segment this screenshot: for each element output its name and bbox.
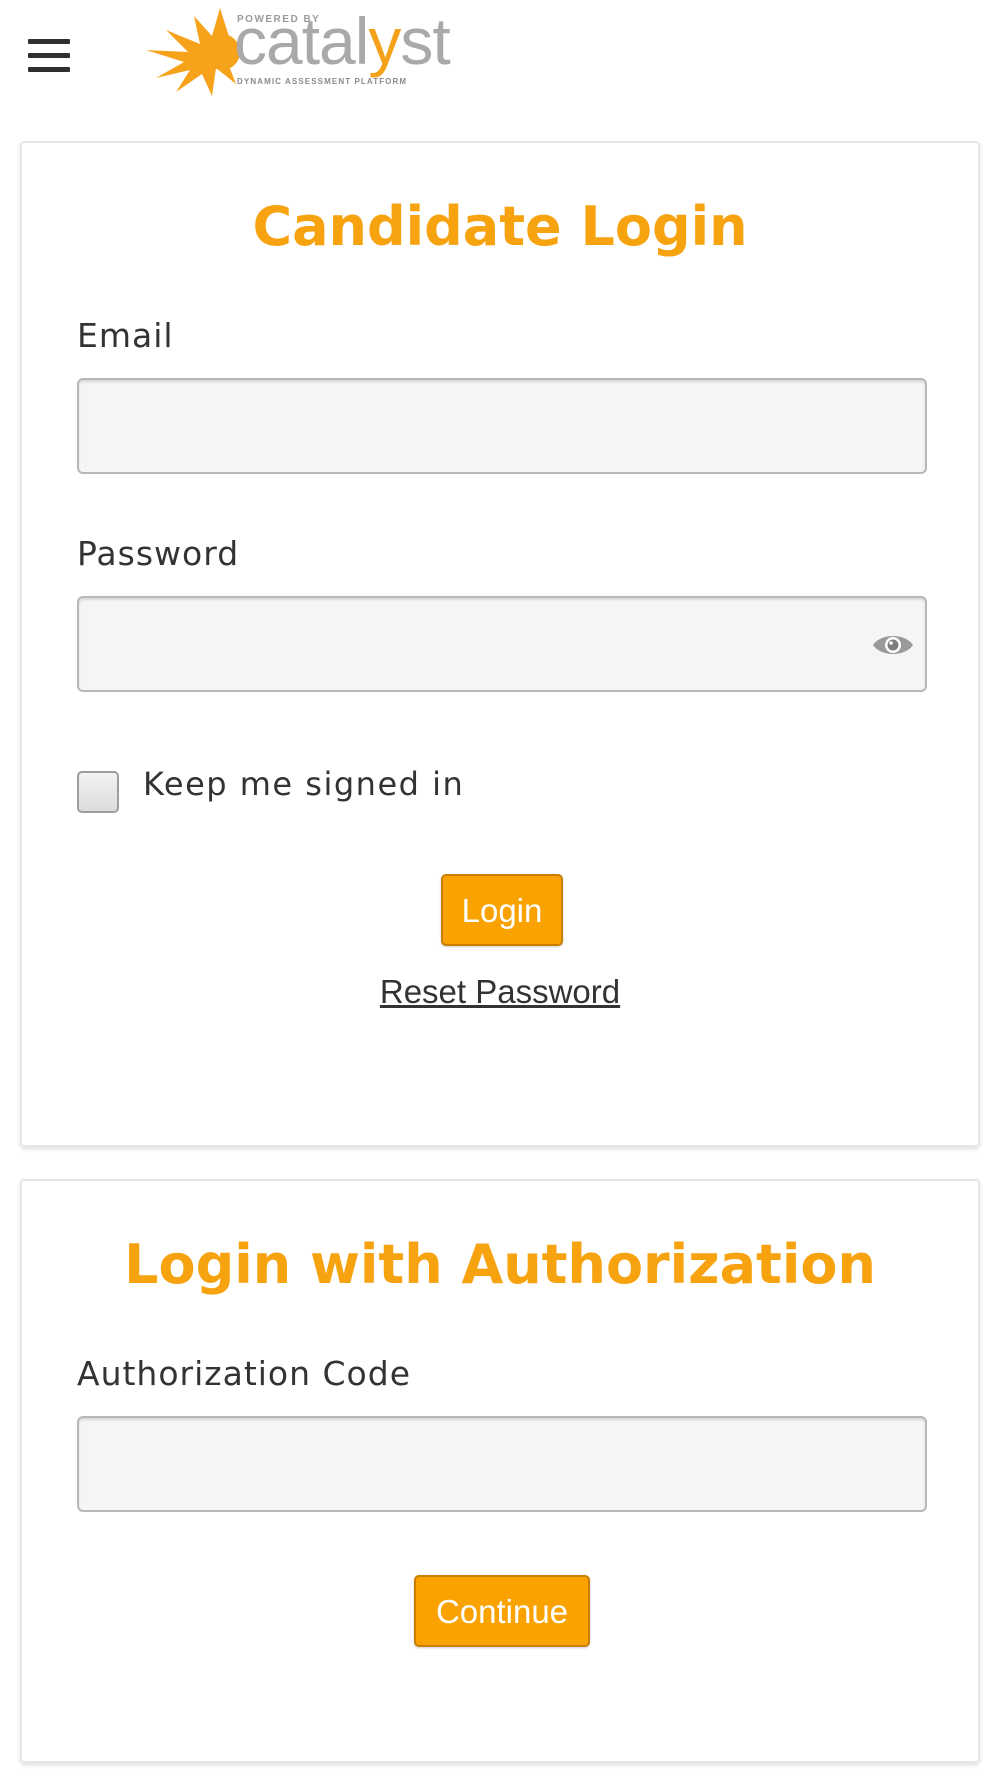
keep-signed-in-checkbox[interactable] xyxy=(77,771,119,813)
email-field[interactable] xyxy=(77,378,927,474)
authorization-code-label: Authorization Code xyxy=(77,1354,411,1393)
eye-icon[interactable] xyxy=(871,630,915,660)
authorization-login-card: Login with Authorization Authorization C… xyxy=(20,1179,980,1763)
app-header: POWERED BY catalyst DYNAMIC ASSESSMENT P… xyxy=(0,0,1000,120)
authorization-login-title: Login with Authorization xyxy=(124,1233,876,1296)
keep-signed-in-label[interactable]: Keep me signed in xyxy=(143,768,464,800)
login-button[interactable]: Login xyxy=(441,874,563,946)
password-field[interactable] xyxy=(77,596,927,692)
logo-tagline: DYNAMIC ASSESSMENT PLATFORM xyxy=(237,77,408,86)
password-label: Password xyxy=(77,534,240,573)
reset-password-link[interactable]: Reset Password xyxy=(22,975,978,1008)
continue-button[interactable]: Continue xyxy=(414,1575,590,1647)
logo-wordmark: catalyst xyxy=(234,4,451,78)
hamburger-menu-icon[interactable] xyxy=(28,37,70,73)
candidate-login-card: Candidate Login Email Password Keep me s… xyxy=(20,141,980,1147)
email-label: Email xyxy=(77,316,174,355)
candidate-login-title: Candidate Login xyxy=(252,195,748,258)
catalyst-logo[interactable]: POWERED BY catalyst DYNAMIC ASSESSMENT P… xyxy=(146,6,496,96)
authorization-code-field[interactable] xyxy=(77,1416,927,1512)
starburst-logo-icon xyxy=(146,8,240,96)
